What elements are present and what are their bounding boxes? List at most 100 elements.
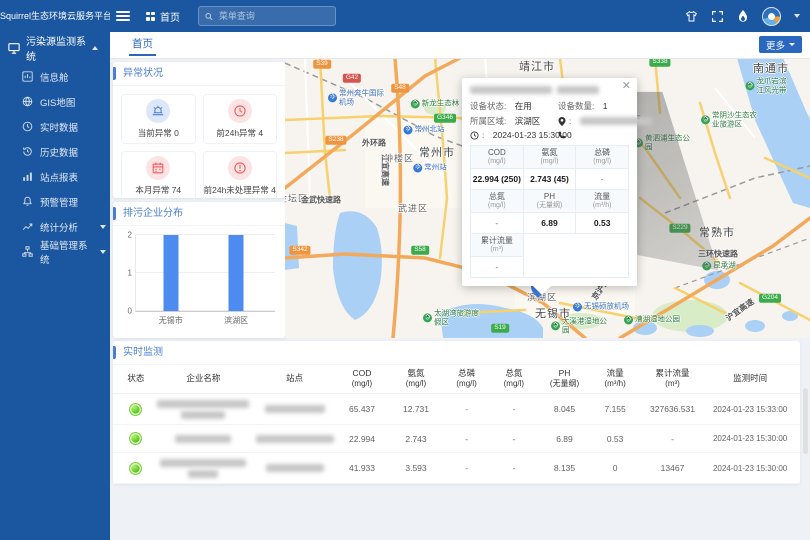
park-icon: ♣: [423, 314, 432, 323]
topbar-actions: [685, 7, 810, 26]
table-row[interactable]: 22.9942.743--6.890.53-2024-01-23 15:30:0…: [113, 425, 800, 453]
value-cell: -: [490, 463, 537, 473]
clock-icon: [470, 131, 479, 140]
theme-skin-icon[interactable]: [685, 10, 698, 23]
value-cell: -: [490, 434, 537, 444]
device-count-value: 1: [603, 101, 608, 111]
map-poi: ✈无锡硕放机场: [573, 303, 629, 312]
distribution-panel: 排污企业分布 012无锡市滨湖区: [113, 202, 285, 338]
home-grid-icon: [146, 12, 155, 21]
table-row[interactable]: 65.43712.731--8.0457.155327636.5312024-0…: [113, 394, 800, 425]
flame-icon[interactable]: [737, 10, 749, 23]
stat-card-1[interactable]: 前24h异常 4: [203, 94, 278, 144]
company-name-redacted: [153, 459, 254, 478]
distribution-panel-title: 排污企业分布: [113, 202, 285, 226]
road-badge: S238: [325, 136, 346, 145]
sidebar-item-info-hub[interactable]: 信息舱: [0, 64, 110, 89]
sidebar-root-item[interactable]: 污染源监测系统: [0, 32, 110, 64]
column-name: 状态: [127, 373, 144, 384]
sidebar-item-statistics-analysis[interactable]: 统计分析: [0, 214, 110, 239]
history-icon: [22, 146, 33, 157]
calendar-icon: [146, 156, 170, 180]
redacted-text: [157, 400, 249, 408]
stat-card-label: 当前异常 0: [138, 127, 179, 139]
vertical-scrollbar[interactable]: [803, 388, 808, 454]
breadcrumb[interactable]: 首页: [146, 9, 180, 24]
company-name-redacted: [153, 400, 254, 419]
road-badge: S48: [391, 84, 409, 93]
fullscreen-icon[interactable]: [711, 10, 724, 23]
column-header: PH(无量纲): [538, 368, 592, 390]
gis-map-canvas[interactable]: 常州市无锡市南通市常熟市靖江市张家港市钟楼区武进区滨湖区金坛区金武快速路外环路三…: [285, 58, 810, 338]
stat-card-0[interactable]: 当前异常 0: [121, 94, 196, 144]
app-root: Squirrel生态环境云服务平台 污染源监测系统 信息舱GIS地图实时数据历史…: [0, 0, 810, 540]
poi-label: 常州站: [424, 164, 447, 173]
map-label: 常州市: [419, 144, 455, 160]
gis-map-icon: [22, 96, 33, 107]
value-cell: 13467: [639, 463, 707, 473]
sidebar-item-gis-map[interactable]: GIS地图: [0, 89, 110, 114]
stat-card-3[interactable]: 前24h未处理异常 4: [203, 151, 278, 201]
sidebar-item-base-management[interactable]: 基础管理系统: [0, 239, 110, 264]
road-badge: G346: [434, 114, 456, 123]
metric-value: -: [576, 168, 629, 189]
value-cell: 2024-01-23 15:30:00: [706, 464, 794, 473]
column-header: 站点: [254, 368, 335, 390]
chevron-down-icon: [789, 43, 795, 46]
menu-toggle-icon[interactable]: [116, 11, 130, 21]
map-poi: ♣新龙生态林: [411, 100, 460, 109]
metric-value: 22.994 (250): [471, 168, 524, 189]
metric-header: 总磷(mg/l): [576, 146, 629, 169]
report-icon: [22, 171, 33, 182]
column-name: COD: [353, 368, 372, 379]
popup-metrics-table: COD(mg/l)氨氮(mg/l)总磷(mg/l)22.994 (250)2.7…: [470, 145, 629, 278]
road-badge: S338: [649, 58, 670, 66]
redacted-text: [265, 405, 325, 413]
menu-search[interactable]: [198, 6, 336, 26]
close-icon[interactable]: ✕: [622, 81, 631, 92]
sidebar-item-label: 实时数据: [40, 120, 78, 134]
value-cell: 0.53: [592, 434, 639, 444]
redacted-text: [181, 411, 225, 419]
poi-label: 大溪港湿地公园: [562, 317, 611, 334]
metric-header: 总氮(mg/l): [471, 189, 524, 212]
sidebar-item-history-data[interactable]: 历史数据: [0, 139, 110, 164]
table-row[interactable]: 41.9333.593--8.1350134672024-01-23 15:30…: [113, 453, 800, 484]
status-cell: [119, 462, 153, 475]
search-input[interactable]: [217, 10, 329, 22]
sidebar-root-label: 污染源监测系统: [26, 33, 86, 63]
user-avatar[interactable]: [762, 7, 781, 26]
more-button[interactable]: 更多: [759, 36, 802, 53]
road-badge: G42: [343, 74, 361, 83]
sidebar-item-realtime-data[interactable]: 实时数据: [0, 114, 110, 139]
status-cell: [119, 403, 153, 416]
column-header: 状态: [119, 368, 153, 390]
redacted-text: [160, 459, 246, 467]
chart-gridline: [136, 310, 275, 311]
value-cell: 3.593: [389, 463, 443, 473]
analytics-icon: [22, 221, 33, 232]
redacted-text: [188, 470, 218, 478]
tab-home[interactable]: 首页: [132, 32, 153, 56]
column-unit: (m³/h): [604, 379, 625, 390]
road-badge: S39: [313, 60, 331, 69]
value-cell: 12.731: [389, 404, 443, 414]
map-label: 外环路: [362, 138, 386, 149]
column-header: 总磷(mg/l): [443, 368, 490, 390]
value-cell: 2024-01-23 15:30:00: [706, 434, 794, 443]
y-axis-tick: 1: [128, 269, 132, 278]
map-label: 江宜高速: [380, 154, 391, 186]
realtime-monitoring-panel: 实时监测 状态企业名称站点COD(mg/l)氨氮(mg/l)总磷(mg/l)总氮…: [113, 341, 800, 484]
column-unit: (mg/l): [406, 379, 426, 390]
user-menu-chevron-icon[interactable]: [794, 14, 800, 18]
status-cell: [119, 432, 153, 445]
map-popup: ✕ 设备状态: 在用 设备数量: 1 所属区域: 滨湖区 : : 2024-01…: [462, 78, 637, 286]
stat-card-2[interactable]: 本月异常 74: [121, 151, 196, 201]
abnormal-status-panel: 异常状况 当前异常 0前24h异常 4本月异常 74前24h未处理异常 4: [113, 62, 285, 198]
sidebar-item-alert-management[interactable]: 预警管理: [0, 189, 110, 214]
siren-icon: [146, 99, 170, 123]
sidebar-item-station-report[interactable]: 站点报表: [0, 164, 110, 189]
company-name-redacted: [153, 435, 254, 443]
status-normal-dot: [129, 403, 142, 416]
park-icon: ♣: [624, 316, 633, 325]
